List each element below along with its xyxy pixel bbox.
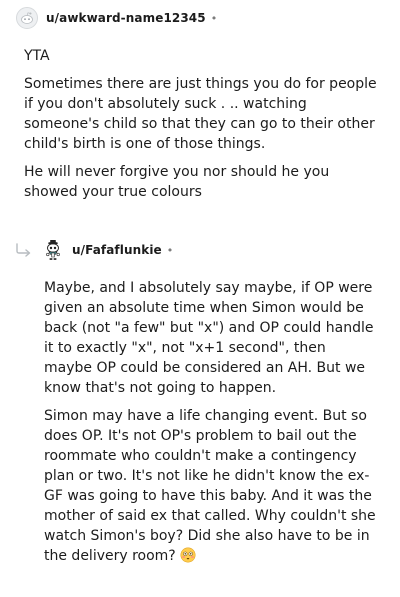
- comment-paragraph: He will never forgive you nor should he …: [24, 164, 330, 200]
- comment-reply: u/Fafaflunkie • Maybe, and I absolutely …: [0, 238, 400, 574]
- username[interactable]: u/Fafaflunkie: [72, 243, 162, 257]
- snoo-avatar-icon[interactable]: [42, 239, 64, 261]
- comment-meta: u/Fafaflunkie •: [0, 238, 400, 262]
- comment-meta: u/awkward-name12345 •: [0, 6, 400, 30]
- meta-separator: •: [166, 243, 174, 257]
- comment-paragraph-text: Simon may have a life changing event. Bu…: [44, 408, 376, 564]
- username[interactable]: u/awkward-name12345: [46, 11, 206, 25]
- reply-arrow-icon: [16, 243, 31, 257]
- comment-paragraph: YTA: [24, 48, 50, 64]
- meta-separator: •: [210, 11, 218, 25]
- comment-body: YTA Sometimes there are just things you …: [0, 46, 400, 202]
- flushed-face-emoji-icon: [180, 547, 196, 563]
- comment-top-level: u/awkward-name12345 • YTA Sometimes ther…: [0, 6, 400, 210]
- default-snoo-avatar-icon[interactable]: [16, 7, 38, 29]
- comment-paragraph: Sometimes there are just things you do f…: [24, 76, 377, 152]
- comment-paragraph: Simon may have a life changing event. Bu…: [44, 406, 378, 566]
- comment-paragraph: Maybe, and I absolutely say maybe, if OP…: [44, 280, 374, 396]
- comment-body: Maybe, and I absolutely say maybe, if OP…: [0, 278, 400, 566]
